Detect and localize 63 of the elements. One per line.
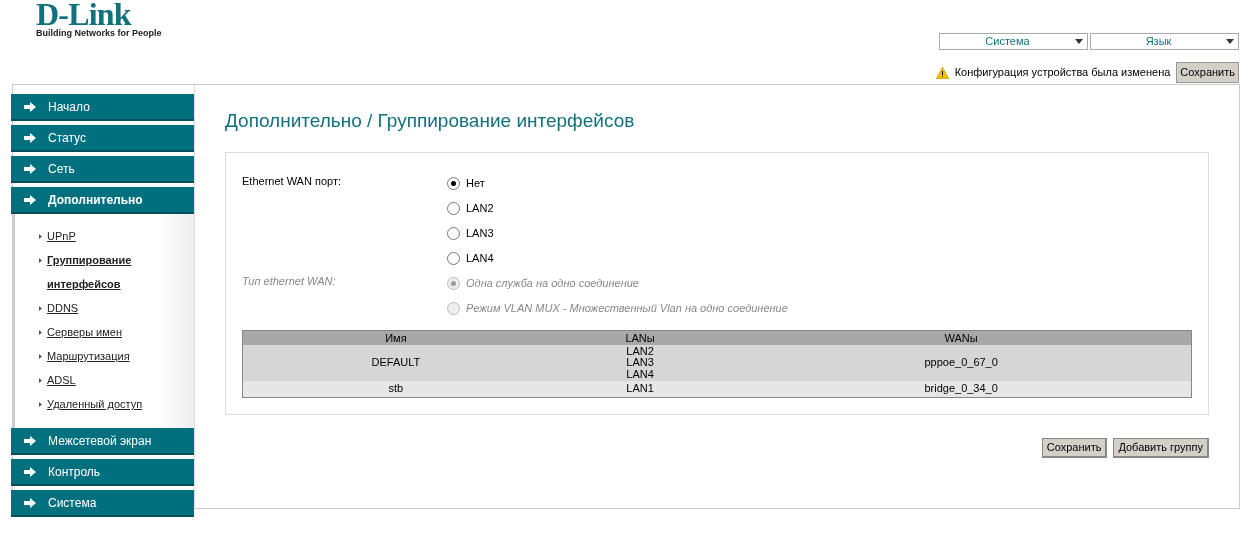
column-header: LANы	[548, 330, 732, 345]
bullet-icon	[39, 354, 42, 359]
menu-dropdown[interactable]: Язык	[1090, 33, 1239, 50]
nav-item[interactable]: Система	[11, 490, 194, 517]
bullet-icon	[39, 258, 42, 263]
nav-item[interactable]: Статус	[11, 125, 194, 152]
arrow-icon	[24, 163, 36, 174]
action-button[interactable]: Добавить группу	[1113, 437, 1209, 458]
radio-button[interactable]	[447, 202, 460, 215]
column-header: WANы	[731, 330, 1192, 345]
radio-label: LAN2	[466, 201, 494, 217]
table-cell: LAN3	[626, 357, 654, 369]
page-title: Дополнительно / Группирование интерфейсов	[225, 109, 636, 133]
subnav-link[interactable]: DDNS	[47, 296, 79, 320]
logo: D-Link	[36, 0, 132, 28]
field-label: Тип ethernet WAN:	[242, 274, 337, 289]
subnav-link[interactable]: UPnP	[47, 224, 76, 248]
subnav-link[interactable]: Удаленный доступ	[47, 392, 143, 416]
arrow-icon	[24, 466, 36, 477]
caret-icon	[1075, 39, 1083, 44]
bullet-icon	[39, 378, 42, 383]
nav-item[interactable]: Дополнительно	[11, 187, 194, 214]
warning-icon	[935, 66, 949, 79]
nav-item[interactable]: Начало	[11, 94, 194, 121]
logo-tagline: Building Networks for People	[36, 29, 162, 38]
table-cell: DEFAULT	[242, 344, 549, 381]
caret-icon	[1226, 39, 1234, 44]
subnav-link[interactable]: Группирование интерфейсов	[47, 248, 151, 296]
radio-button[interactable]	[447, 177, 460, 190]
arrow-icon	[24, 132, 36, 143]
bullet-icon	[39, 330, 42, 335]
nav-item[interactable]: Сеть	[11, 156, 194, 183]
table-cell: bridge_0_34_0	[731, 381, 1192, 397]
subnav-link[interactable]: ADSL	[47, 368, 76, 392]
column-header: Имя	[242, 330, 549, 345]
arrow-icon	[24, 101, 36, 112]
action-button[interactable]: Сохранить	[1041, 437, 1108, 458]
arrow-icon	[24, 194, 36, 205]
radio-label: Режим VLAN MUX - Множественный Vlan на одно соединение	[466, 301, 788, 317]
nav-item[interactable]: Межсетевой экран	[11, 428, 194, 455]
table-cell: LAN2	[626, 345, 654, 357]
table-cell: LAN1	[626, 383, 654, 395]
subnav-link[interactable]: Маршрутизация	[47, 344, 130, 368]
notice-text: Конфигурация устройства была изменена	[954, 65, 1171, 81]
radio-label: Одна служба на одно соединение	[466, 276, 639, 292]
nav-item[interactable]: Контроль	[11, 459, 194, 486]
arrow-icon	[24, 497, 36, 508]
table-cell: LAN4	[626, 368, 654, 380]
bullet-icon	[39, 402, 42, 407]
radio-label: LAN4	[466, 251, 494, 267]
radio-label: Нет	[466, 176, 485, 192]
table-cell: stb	[242, 381, 549, 397]
save-button[interactable]: Сохранить	[1176, 62, 1239, 83]
arrow-icon	[24, 435, 36, 446]
bullet-icon	[39, 306, 42, 311]
field-label: Ethernet WAN порт:	[242, 174, 342, 189]
bullet-icon	[39, 234, 42, 239]
radio-button[interactable]	[447, 252, 460, 265]
subnav-link[interactable]: Серверы имен	[47, 320, 122, 344]
table-cell: pppoe_0_67_0	[731, 344, 1192, 381]
menu-dropdown[interactable]: Система	[939, 33, 1088, 50]
radio-button[interactable]	[447, 227, 460, 240]
radio-label: LAN3	[466, 226, 494, 242]
